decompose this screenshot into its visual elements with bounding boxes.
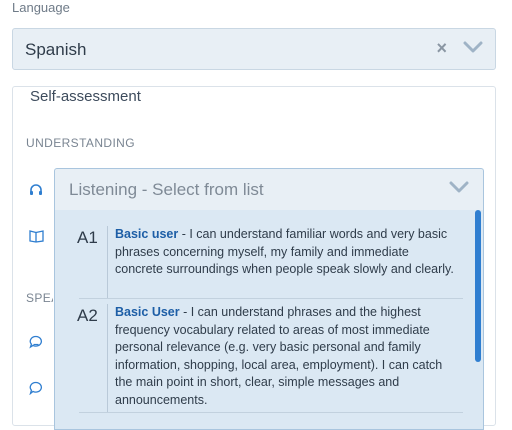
option-title: Basic user	[115, 227, 179, 241]
option-level: A2	[77, 306, 98, 325]
listening-dropdown-menu[interactable]: A1 Basic user - I can understand familia…	[54, 210, 484, 430]
option-description-wrap: Basic User - I can understand phrases an…	[115, 304, 460, 409]
chat-bubble-icon	[29, 381, 43, 396]
clear-icon[interactable]: ×	[436, 38, 447, 59]
listening-placeholder: Listening - Select from list	[69, 180, 264, 199]
option-level: A1	[77, 228, 98, 247]
option-title: Basic User	[115, 305, 180, 319]
understanding-heading: UNDERSTANDING	[26, 136, 135, 150]
language-label: Language	[12, 0, 70, 15]
book-icon	[29, 229, 44, 243]
chevron-down-icon[interactable]	[463, 41, 483, 60]
option-divider	[107, 226, 108, 298]
option-description: - I can understand phrases and the highe…	[115, 305, 443, 407]
option-separator	[79, 298, 463, 299]
listening-select[interactable]: Listening - Select from list	[54, 168, 484, 210]
chevron-down-icon[interactable]	[449, 181, 469, 200]
dropdown-scrollbar[interactable]	[475, 210, 481, 362]
option-separator	[79, 412, 463, 413]
option-description-wrap: Basic user - I can understand familiar w…	[115, 226, 460, 279]
speech-bubble-icon	[29, 335, 43, 349]
language-select[interactable]: Spanish ×	[12, 28, 496, 70]
self-assessment-legend: Self-assessment	[22, 88, 149, 105]
speaking-heading: SPEAKING	[26, 291, 53, 305]
option-divider	[107, 304, 108, 412]
language-value: Spanish	[25, 40, 87, 59]
headphones-icon	[29, 183, 43, 197]
option-a2[interactable]: A2 Basic User - I can understand phrases…	[55, 302, 465, 412]
